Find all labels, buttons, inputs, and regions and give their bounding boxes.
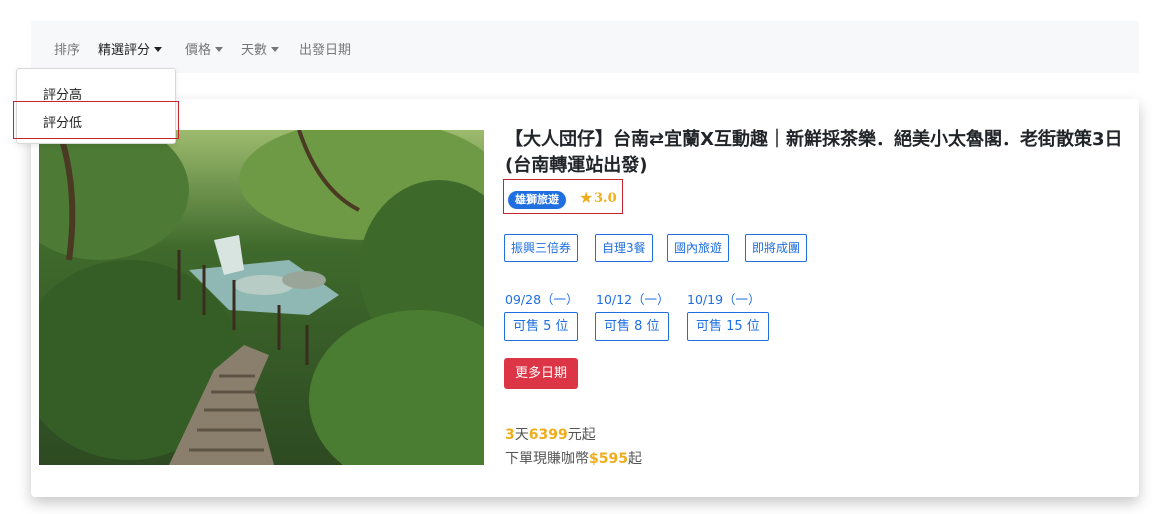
departure-date: 10/19（一） (687, 292, 761, 307)
price-line: 3天6399元起 (505, 424, 596, 444)
more-dates-button[interactable]: 更多日期 (504, 358, 578, 389)
days-dropdown[interactable]: 天數 (241, 39, 280, 58)
departure-date: 10/12（一） (596, 292, 670, 307)
days-label: 天數 (241, 43, 268, 58)
dropdown-selection-highlight (13, 101, 179, 139)
seats-button[interactable]: 可售 15 位 (687, 312, 769, 341)
bonus-prefix: 下單現賺咖幣 (505, 451, 589, 467)
departure-date-sort[interactable]: 出發日期 (299, 39, 351, 58)
tag-confirmed: 即將成團 (745, 234, 808, 262)
price-dropdown[interactable]: 價格 (185, 39, 224, 58)
tour-photo[interactable] (39, 130, 484, 465)
tag-voucher: 振興三倍券 (504, 234, 579, 262)
caret-down-icon (271, 47, 280, 52)
featured-rating-dropdown[interactable]: 精選評分 (98, 39, 163, 58)
sort-label: 排序 (54, 43, 81, 58)
caret-down-icon (154, 47, 163, 52)
forest-trail-image (39, 130, 484, 465)
tag-meals: 自理3餐 (595, 234, 653, 262)
trip-days: 3 (505, 427, 515, 443)
tag-domestic: 國內旅遊 (667, 234, 730, 262)
sort-filter-bar: 排序 精選評分 價格 天數 出發日期 (31, 21, 1139, 73)
departure-date: 09/28（一） (505, 292, 579, 307)
tour-title[interactable]: 【大人団仔】台南⇄宜蘭X互動趣｜新鮮採茶樂．絕美小太魯閣．老街散策3日(台南轉運… (505, 127, 1125, 179)
bonus-amount: $595 (589, 451, 628, 467)
rating-score: 3.0 (594, 191, 617, 206)
agency-badge: 雄獅旅遊 (508, 191, 566, 209)
caret-down-icon (215, 47, 224, 52)
bonus-line: 下單現賺咖幣$595起 (505, 448, 642, 468)
days-unit: 天 (514, 427, 529, 443)
seats-button[interactable]: 可售 5 位 (504, 312, 578, 341)
bonus-suffix: 起 (627, 451, 642, 467)
price-suffix: 元起 (567, 427, 596, 443)
featured-rating-label: 精選評分 (98, 43, 151, 58)
price-label: 價格 (185, 43, 212, 58)
star-icon: ★ (579, 188, 594, 207)
seats-button[interactable]: 可售 8 位 (595, 312, 669, 341)
price-amount: 6399 (528, 427, 568, 443)
